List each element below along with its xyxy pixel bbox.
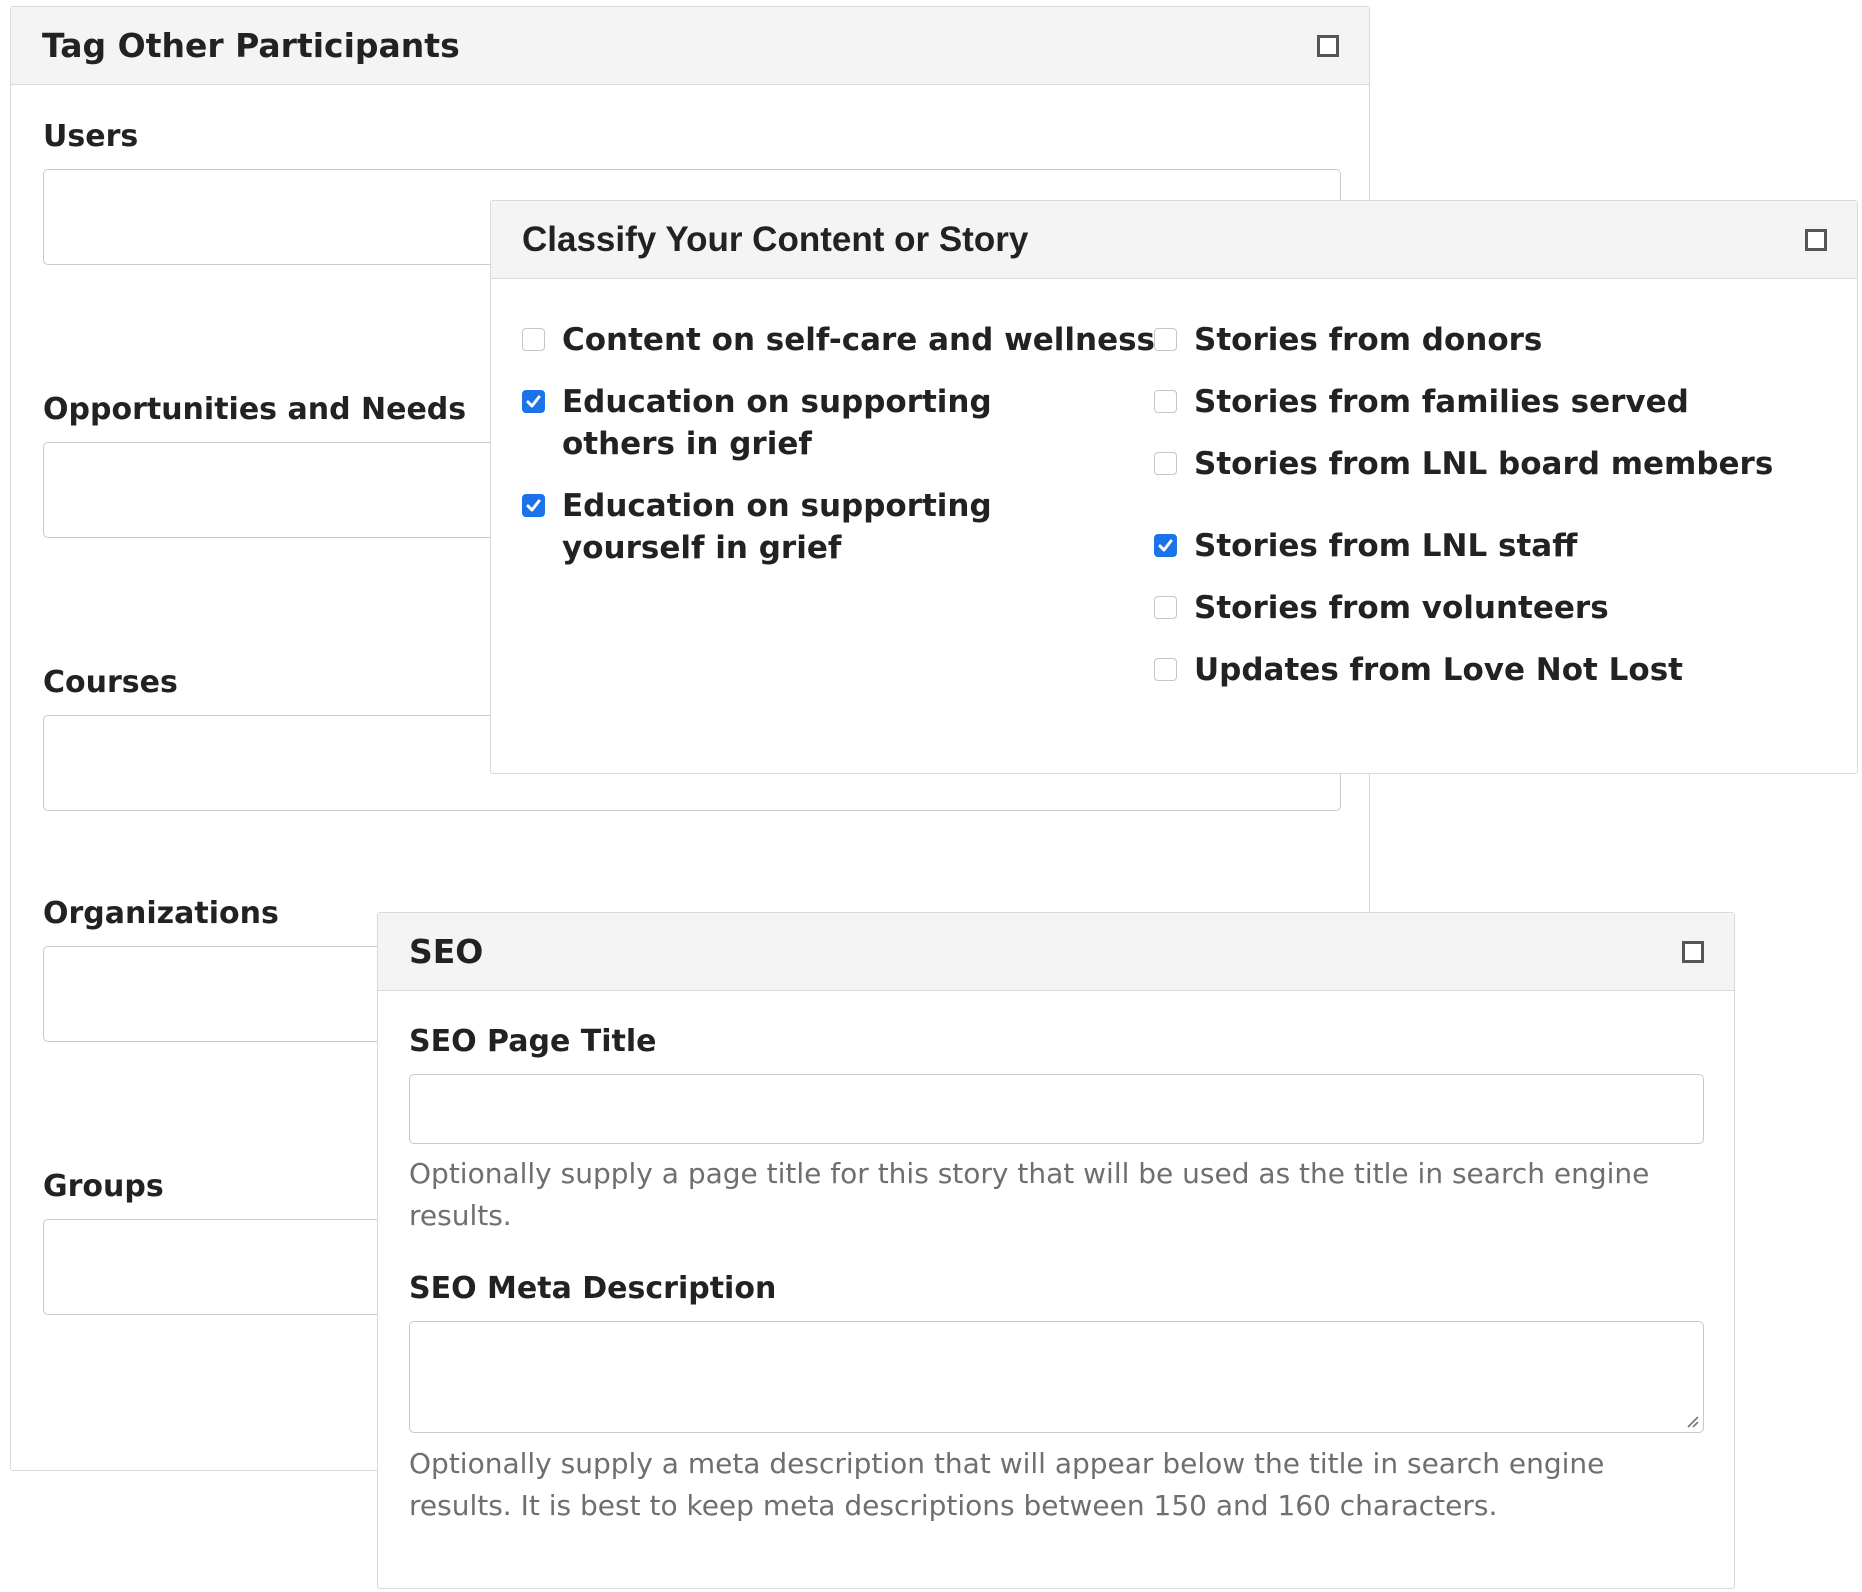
seo-meta-description-help: Optionally supply a meta description tha… [409,1447,1605,1522]
checkbox[interactable] [1154,390,1177,413]
panel-header: Classify Your Content or Story [491,201,1857,279]
seo-page-title-label: SEO Page Title [409,1024,657,1059]
courses-label: Courses [43,665,178,700]
seo-page-title-help: Optionally supply a page title for this … [409,1157,1650,1232]
checkbox[interactable] [1154,658,1177,681]
checkbox-checked[interactable] [522,494,545,517]
collapse-toggle-icon[interactable] [1317,35,1339,57]
checkbox-label: Stories from LNL board members [1194,446,1774,482]
classify-content-panel: Classify Your Content or Story Content o… [490,200,1858,774]
checkbox-label: Stories from families served [1194,384,1689,420]
checkbox[interactable] [522,328,545,351]
checkbox-label: Stories from volunteers [1194,590,1609,626]
checkbox-label: Stories from donors [1194,322,1543,358]
seo-meta-description-textarea[interactable] [409,1321,1704,1433]
panel-header: Tag Other Participants [11,7,1369,85]
seo-meta-description-label: SEO Meta Description [409,1271,777,1306]
checkbox-label: Content on self-care and wellness [562,322,1155,358]
checkmark-icon [1158,539,1173,552]
checkbox-checked[interactable] [1154,534,1177,557]
resize-grip-icon[interactable] [1685,1414,1699,1428]
organizations-label: Organizations [43,896,279,931]
checkbox-checked[interactable] [522,390,545,413]
checkbox[interactable] [1154,328,1177,351]
panel-header: SEO [378,913,1734,991]
seo-panel: SEO SEO Page Title Optionally supply a p… [377,912,1735,1589]
checkmark-icon [526,499,541,512]
checkbox-label: Stories from LNL staff [1194,528,1578,564]
panel-title: Tag Other Participants [42,26,460,65]
checkmark-icon [526,395,541,408]
panel-title: SEO [409,932,484,971]
opportunities-label: Opportunities and Needs [43,392,467,427]
groups-label: Groups [43,1169,164,1204]
checkbox[interactable] [1154,596,1177,619]
checkbox-label: Education on supporting yourself in grie… [562,488,992,566]
checkbox[interactable] [1154,452,1177,475]
seo-page-title-input[interactable] [409,1074,1704,1144]
users-label: Users [43,119,139,154]
collapse-toggle-icon[interactable] [1682,941,1704,963]
checkbox-label: Updates from Love Not Lost [1194,652,1683,688]
checkbox-label: Education on supporting others in grief [562,384,992,462]
panel-title: Classify Your Content or Story [522,220,1029,259]
collapse-toggle-icon[interactable] [1805,229,1827,251]
